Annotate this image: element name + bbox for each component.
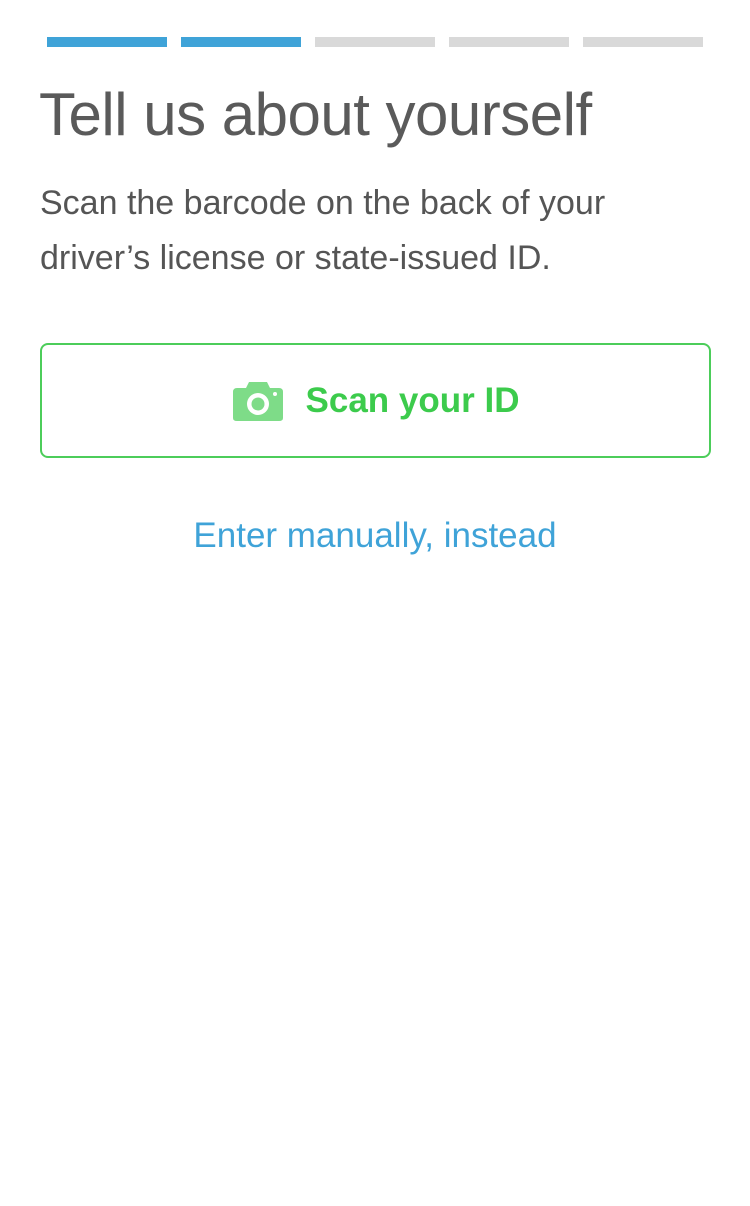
page-title: Tell us about yourself — [39, 81, 592, 148]
progress-step-3 — [315, 37, 435, 47]
progress-indicator — [47, 37, 703, 47]
progress-step-4 — [449, 37, 569, 47]
camera-icon — [232, 380, 284, 422]
scan-id-button[interactable]: Scan your ID — [40, 343, 711, 458]
scan-id-label: Scan your ID — [305, 380, 520, 420]
enter-manually-link[interactable]: Enter manually, instead — [0, 516, 750, 556]
progress-step-1 — [47, 37, 167, 47]
instructions-text: Scan the barcode on the back of your dri… — [40, 184, 606, 277]
progress-step-2 — [181, 37, 301, 47]
progress-step-5 — [583, 37, 703, 47]
